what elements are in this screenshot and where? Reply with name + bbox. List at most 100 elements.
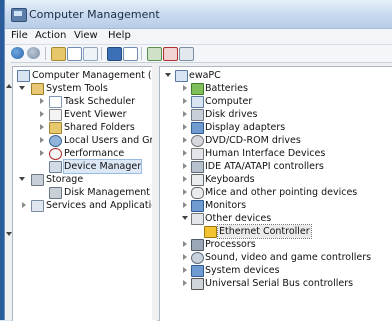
- expand-arrow-icon[interactable]: [40, 150, 44, 156]
- expand-arrow-icon[interactable]: [183, 202, 187, 208]
- device-category-label: Other devices: [205, 213, 272, 224]
- window-title: Computer Management: [29, 8, 160, 21]
- device-category-sound[interactable]: Sound, video and game controllers: [160, 251, 392, 264]
- expand-arrow-icon[interactable]: [40, 111, 44, 117]
- expand-arrow-icon[interactable]: [183, 98, 187, 104]
- device-tree: ewaPC Batteries Computer Disk drives Dis…: [159, 66, 392, 321]
- tree-system-tools[interactable]: System Tools: [13, 82, 156, 95]
- computer-name: ewaPC: [189, 70, 221, 81]
- dvd-drive-icon: [191, 135, 204, 147]
- up-icon[interactable]: [51, 47, 66, 61]
- menu-action[interactable]: Action: [35, 30, 66, 41]
- device-category-ide[interactable]: IDE ATA/ATAPI controllers: [160, 160, 392, 173]
- computer-management-window: Computer Management File Action View Hel…: [4, 0, 392, 321]
- collapse-arrow-icon[interactable]: [19, 177, 25, 184]
- expand-arrow-icon[interactable]: [183, 111, 187, 117]
- usb-icon: [191, 278, 204, 290]
- device-category-label: IDE ATA/ATAPI controllers: [205, 161, 324, 172]
- device-category-processors[interactable]: Processors: [160, 238, 392, 251]
- device-category-label: Processors: [205, 239, 256, 250]
- device-category-computer[interactable]: Computer: [160, 95, 392, 108]
- expand-arrow-icon[interactable]: [183, 176, 187, 182]
- computer-management-icon: [11, 8, 27, 22]
- tree-local-users[interactable]: Local Users and Groups: [13, 134, 176, 147]
- device-category-keyboards[interactable]: Keyboards: [160, 173, 392, 186]
- expand-arrow-icon[interactable]: [183, 267, 187, 273]
- expand-arrow-icon[interactable]: [183, 280, 187, 286]
- services-icon: [31, 200, 44, 212]
- expand-arrow-icon[interactable]: [40, 98, 44, 104]
- tree-label: Event Viewer: [64, 109, 127, 120]
- device-category-batteries[interactable]: Batteries: [160, 82, 392, 95]
- storage-icon: [31, 174, 44, 186]
- tree-label: System Tools: [46, 83, 108, 94]
- computer-icon: [175, 70, 188, 82]
- device-category-other-devices[interactable]: Other devices: [160, 212, 392, 225]
- toolbar-separator: [141, 47, 142, 60]
- expand-arrow-icon[interactable]: [22, 202, 26, 208]
- scan-hardware-icon[interactable]: [179, 47, 194, 61]
- computer-icon: [191, 96, 204, 108]
- expand-arrow-icon[interactable]: [183, 163, 187, 169]
- tree-task-scheduler[interactable]: Task Scheduler: [13, 95, 156, 108]
- menu-help[interactable]: Help: [108, 30, 131, 41]
- device-category-mice[interactable]: Mice and other pointing devices: [160, 186, 392, 199]
- expand-arrow-icon[interactable]: [183, 124, 187, 130]
- tree-device-manager[interactable]: Device Manager: [13, 159, 156, 174]
- collapse-arrow-icon[interactable]: [182, 216, 188, 223]
- tools-icon: [31, 83, 44, 95]
- device-tree-root[interactable]: ewaPC: [160, 69, 392, 82]
- device-category-hid[interactable]: Human Interface Devices: [160, 147, 392, 160]
- expand-arrow-icon[interactable]: [183, 150, 187, 156]
- tree-storage[interactable]: Storage: [13, 173, 156, 186]
- other-devices-icon: [191, 213, 204, 225]
- device-category-display-adapters[interactable]: Display adapters: [160, 121, 392, 134]
- expand-arrow-icon[interactable]: [183, 241, 187, 247]
- tree-root[interactable]: Computer Management (Local: [13, 69, 176, 82]
- tree-event-viewer[interactable]: Event Viewer: [13, 108, 156, 121]
- expand-arrow-icon[interactable]: [40, 137, 44, 143]
- forward-icon[interactable]: [27, 47, 40, 59]
- device-category-system-devices[interactable]: System devices: [160, 264, 392, 277]
- device-category-dvd-drives[interactable]: DVD/CD-ROM drives: [160, 134, 392, 147]
- console-tree: Computer Management (Local System Tools …: [12, 66, 176, 321]
- export-icon[interactable]: [83, 47, 98, 61]
- tree-disk-management[interactable]: Disk Management: [13, 186, 156, 199]
- expand-arrow-icon[interactable]: [183, 189, 187, 195]
- tree-services[interactable]: Services and Applications: [13, 199, 168, 212]
- show-hide-tree-icon[interactable]: [67, 47, 82, 61]
- expand-arrow-icon[interactable]: [40, 124, 44, 130]
- device-category-usb[interactable]: Universal Serial Bus controllers: [160, 277, 392, 290]
- menu-file[interactable]: File: [11, 30, 28, 41]
- tree-performance[interactable]: Performance: [13, 147, 156, 160]
- performance-icon: [49, 148, 62, 160]
- device-category-label: System devices: [205, 265, 280, 276]
- tree-scrollbar[interactable]: [152, 66, 159, 320]
- device-manager-icon: [49, 161, 62, 173]
- device-category-disk-drives[interactable]: Disk drives: [160, 108, 392, 121]
- device-category-label: Disk drives: [205, 109, 258, 120]
- processor-icon: [191, 239, 204, 251]
- collapse-arrow-icon[interactable]: [165, 73, 171, 80]
- device-category-label: Sound, video and game controllers: [205, 252, 372, 263]
- warning-icon: [204, 226, 217, 238]
- tree-label: Services and Applications: [46, 200, 169, 211]
- device-ethernet-controller[interactable]: Ethernet Controller: [160, 224, 392, 239]
- left-edge: [5, 62, 12, 320]
- menu-view[interactable]: View: [74, 30, 98, 41]
- title-bar[interactable]: Computer Management: [5, 0, 392, 29]
- help-icon[interactable]: [107, 47, 122, 61]
- properties-icon[interactable]: [123, 47, 138, 61]
- expand-arrow-icon[interactable]: [183, 85, 187, 91]
- device-category-label: Mice and other pointing devices: [205, 187, 358, 198]
- collapse-arrow-icon[interactable]: [19, 86, 25, 93]
- toolbar-separator: [101, 47, 102, 60]
- tree-shared-folders[interactable]: Shared Folders: [13, 121, 156, 134]
- back-icon[interactable]: [11, 47, 24, 59]
- expand-arrow-icon[interactable]: [183, 137, 187, 143]
- device-category-label: Monitors: [205, 200, 247, 211]
- expand-arrow-icon[interactable]: [183, 254, 187, 260]
- uninstall-icon[interactable]: [163, 47, 178, 61]
- update-driver-icon[interactable]: [147, 47, 162, 61]
- device-category-monitors[interactable]: Monitors: [160, 199, 392, 212]
